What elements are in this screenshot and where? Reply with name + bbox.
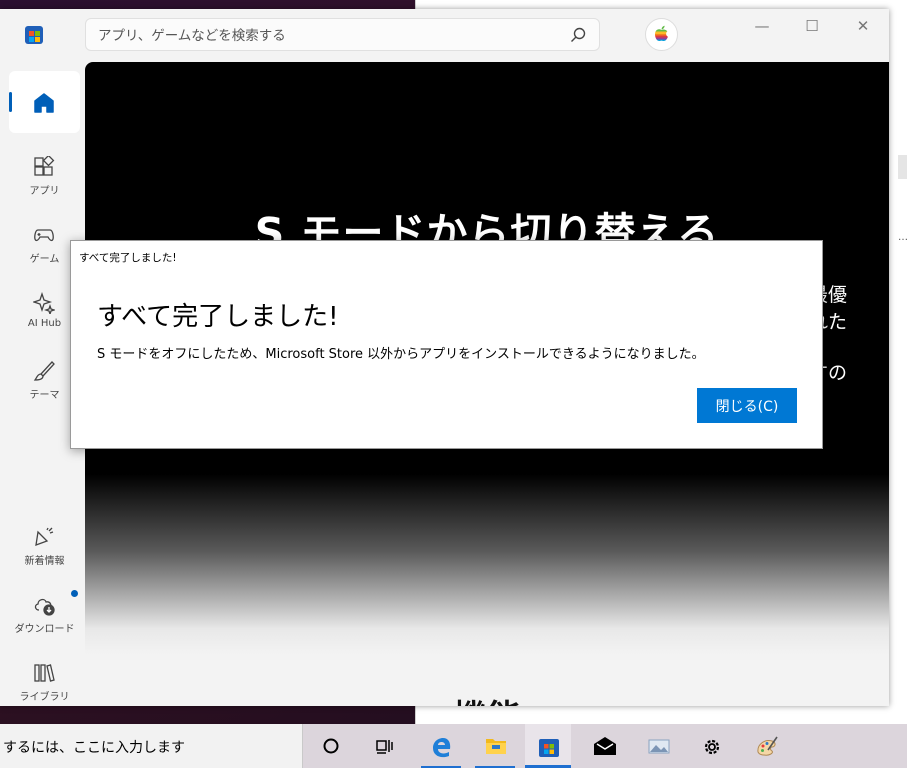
taskbar-settings[interactable] — [688, 724, 734, 768]
brush-icon — [33, 361, 55, 381]
edge-icon — [433, 738, 451, 758]
minimize-button[interactable]: — — [740, 15, 784, 37]
taskbar-search-box[interactable]: するには、ここに入力します — [0, 724, 303, 768]
maximize-button[interactable]: ☐ — [790, 15, 834, 37]
sidebar-item-label: ダウンロード — [14, 624, 75, 635]
taskbar-mail[interactable] — [580, 724, 626, 768]
dialog-caption: すべて完了しました! — [79, 252, 177, 264]
taskbar: するには、ここに入力します — [0, 724, 907, 768]
features-section-title: 機能 — [85, 690, 889, 706]
title-bar: — ☐ ✕ — [0, 9, 889, 62]
taskbar-search-text: するには、ここに入力します — [3, 740, 185, 756]
store-icon — [539, 739, 559, 757]
background-window-ellipsis: … — [898, 232, 907, 243]
sidebar-item-label: アプリ — [29, 186, 60, 197]
mail-icon — [594, 737, 616, 755]
sidebar-item-library[interactable]: ライブラリ — [9, 644, 80, 706]
apple-logo-icon — [655, 25, 668, 42]
paint-icon — [757, 736, 778, 756]
taskbar-paint[interactable] — [742, 724, 788, 768]
sidebar-item-label: 新着情報 — [24, 556, 65, 567]
taskbar-cortana[interactable] — [308, 724, 354, 768]
file-explorer-icon — [486, 739, 506, 754]
selected-indicator — [9, 92, 12, 112]
taskbar-file-explorer[interactable] — [472, 724, 518, 768]
taskbar-edge[interactable] — [418, 724, 464, 768]
sidebar-item-home[interactable] — [9, 71, 80, 133]
task-view-icon — [376, 740, 393, 754]
sparkle-icon — [33, 292, 55, 314]
gamepad-icon — [34, 229, 54, 242]
apps-icon — [34, 156, 55, 176]
close-dialog-button[interactable]: 閉じる(C) — [697, 388, 797, 423]
home-icon — [34, 93, 54, 113]
sidebar-item-apps[interactable]: アプリ — [9, 138, 80, 200]
dialog-message: S モードをオフにしたため、Microsoft Store 以外からアプリをイン… — [97, 347, 705, 362]
cortana-circle-icon — [323, 738, 339, 754]
photos-icon — [648, 739, 670, 754]
sidebar-item-downloads[interactable]: ダウンロード — [9, 576, 80, 638]
settings-icon — [704, 739, 720, 755]
dialog-heading: すべて完了しました! — [97, 302, 339, 332]
download-cloud-icon — [34, 598, 55, 616]
store-logo-icon — [25, 26, 43, 44]
sidebar-item-label: ライブラリ — [19, 692, 70, 703]
megaphone-icon — [35, 527, 54, 546]
taskbar-photos[interactable] — [634, 724, 680, 768]
download-badge — [71, 590, 78, 597]
background-window-scrollbar — [898, 155, 907, 179]
search-box[interactable] — [85, 18, 600, 51]
taskbar-task-view[interactable] — [362, 724, 408, 768]
sidebar-item-whats-new[interactable]: 新着情報 — [9, 508, 80, 570]
close-window-button[interactable]: ✕ — [841, 15, 885, 37]
account-avatar[interactable] — [645, 18, 678, 51]
search-icon[interactable] — [569, 26, 587, 44]
completion-dialog: すべて完了しました! すべて完了しました! S モードをオフにしたため、Micr… — [70, 240, 823, 449]
search-input[interactable] — [96, 25, 560, 47]
library-icon — [34, 664, 55, 682]
taskbar-store[interactable] — [525, 724, 571, 768]
